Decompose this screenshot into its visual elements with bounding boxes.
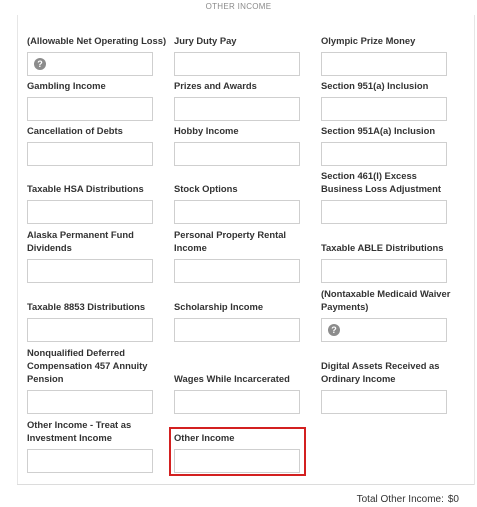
field-label: Taxable ABLE Distributions [321, 242, 444, 253]
field-alaska-pfd: Alaska Permanent Fund Dividends [27, 229, 157, 283]
jury-duty-pay-input[interactable] [174, 52, 300, 76]
prizes-and-awards-input[interactable] [174, 97, 300, 121]
section-951a-inclusion-input[interactable] [321, 97, 447, 121]
section-461l-excess-loss-input[interactable] [321, 200, 447, 224]
field-scholarship-income: Scholarship Income [174, 296, 304, 342]
field-olympic-prize-money: Olympic Prize Money [321, 30, 451, 76]
alaska-pfd-input[interactable] [27, 259, 153, 283]
olympic-prize-money-input[interactable] [321, 52, 447, 76]
wages-while-incarcerated-input[interactable] [174, 390, 300, 414]
field-label: Section 461(l) Excess Business Loss Adju… [321, 170, 441, 194]
field-digital-assets-ordinary-income: Digital Assets Received as Ordinary Inco… [321, 360, 451, 414]
field-taxable-hsa-distributions: Taxable HSA Distributions [27, 178, 157, 224]
field-wages-while-incarcerated: Wages While Incarcerated [174, 368, 304, 414]
field-taxable-able-distributions: Taxable ABLE Distributions [321, 237, 451, 283]
field-label: Taxable 8853 Distributions [27, 301, 146, 312]
field-label: Digital Assets Received as Ordinary Inco… [321, 360, 440, 384]
help-icon[interactable]: ? [328, 324, 340, 336]
field-taxable-8853-distributions: Taxable 8853 Distributions [27, 296, 157, 342]
field-label: Other Income [174, 432, 235, 443]
field-prizes-and-awards: Prizes and Awards [174, 75, 304, 121]
field-label: Jury Duty Pay [174, 35, 237, 46]
field-nonqualified-deferred-comp: Nonqualified Deferred Compensation 457 A… [27, 347, 157, 414]
scholarship-income-input[interactable] [174, 318, 300, 342]
other-income-input[interactable] [174, 449, 300, 473]
field-label: Nonqualified Deferred Compensation 457 A… [27, 347, 148, 384]
field-label: Olympic Prize Money [321, 35, 416, 46]
field-label: (Nontaxable Medicaid Waiver Payments) [321, 288, 451, 312]
personal-property-rental-input[interactable] [174, 259, 300, 283]
field-section-951a-inclusion: Section 951(a) Inclusion [321, 75, 451, 121]
field-other-income: Other Income [174, 427, 304, 473]
nontaxable-medicaid-waiver-input[interactable]: ? [321, 318, 447, 342]
field-section-461l-excess-loss: Section 461(l) Excess Business Loss Adju… [321, 170, 451, 224]
field-label: Cancellation of Debts [27, 125, 123, 136]
field-label: Stock Options [174, 183, 238, 194]
field-gambling-income: Gambling Income [27, 75, 157, 121]
field-other-income-investment: Other Income - Treat as Investment Incom… [27, 419, 157, 473]
field-label: (Allowable Net Operating Loss) [27, 35, 167, 46]
help-icon[interactable]: ? [34, 58, 46, 70]
nonqualified-deferred-comp-input[interactable] [27, 390, 153, 414]
total-other-income: Total Other Income: $0 [353, 494, 459, 505]
section-title: OTHER INCOME [205, 2, 272, 11]
taxable-8853-distributions-input[interactable] [27, 318, 153, 342]
cancellation-of-debts-input[interactable] [27, 142, 153, 166]
field-label: Section 951A(a) Inclusion [321, 125, 436, 136]
total-value: $0 [447, 494, 459, 505]
stock-options-input[interactable] [174, 200, 300, 224]
field-label: Wages While Incarcerated [174, 373, 290, 384]
field-label: Personal Property Rental Income [174, 229, 287, 253]
total-label: Total Other Income: [356, 494, 444, 505]
gambling-income-input[interactable] [27, 97, 153, 121]
left-divider [17, 15, 18, 485]
field-label: Prizes and Awards [174, 80, 257, 91]
field-label: Gambling Income [27, 80, 106, 91]
field-label: Taxable HSA Distributions [27, 183, 144, 194]
taxable-hsa-distributions-input[interactable] [27, 200, 153, 224]
field-label: Alaska Permanent Fund Dividends [27, 229, 134, 253]
other-income-investment-input[interactable] [27, 449, 153, 473]
field-cancellation-of-debts: Cancellation of Debts [27, 120, 157, 166]
allowable-nol-input[interactable]: ? [27, 52, 153, 76]
hobby-income-input[interactable] [174, 142, 300, 166]
taxable-able-distributions-input[interactable] [321, 259, 447, 283]
right-divider [474, 15, 475, 485]
digital-assets-ordinary-income-input[interactable] [321, 390, 447, 414]
field-label: Section 951(a) Inclusion [321, 80, 429, 91]
field-section-951A-inclusion: Section 951A(a) Inclusion [321, 120, 451, 166]
field-allowable-nol: (Allowable Net Operating Loss) ? [27, 30, 166, 76]
field-jury-duty-pay: Jury Duty Pay [174, 30, 304, 76]
field-label: Other Income - Treat as Investment Incom… [27, 419, 132, 443]
section-951A-inclusion-input[interactable] [321, 142, 447, 166]
field-personal-property-rental: Personal Property Rental Income [174, 229, 304, 283]
field-label: Hobby Income [174, 125, 239, 136]
field-label: Scholarship Income [174, 301, 264, 312]
field-nontaxable-medicaid-waiver: (Nontaxable Medicaid Waiver Payments) ? [321, 288, 451, 342]
field-hobby-income: Hobby Income [174, 120, 304, 166]
total-divider [17, 484, 474, 485]
field-stock-options: Stock Options [174, 178, 304, 224]
